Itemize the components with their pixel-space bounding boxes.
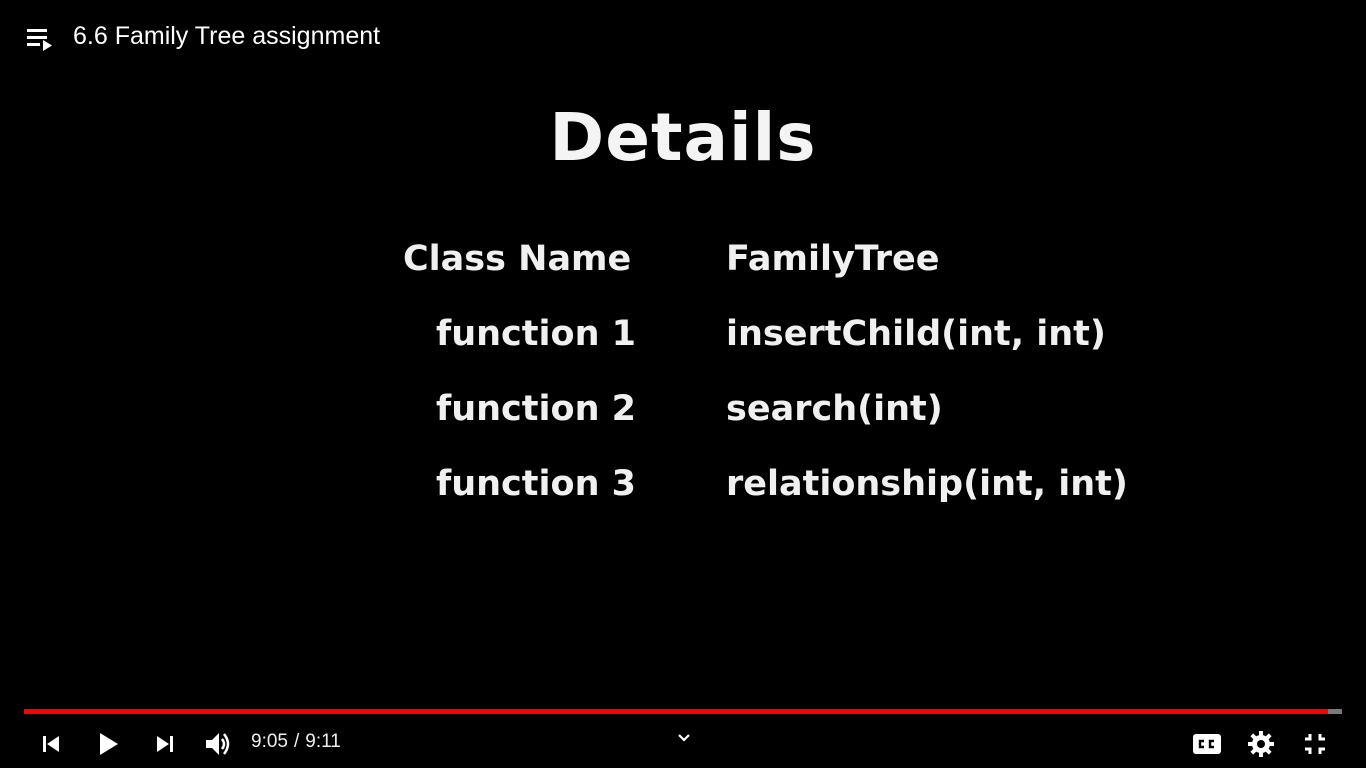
skip-previous-icon[interactable] [33, 726, 69, 762]
progress-played [24, 709, 1328, 714]
detail-row-function-3: function 3 relationship(int, int) [398, 455, 1158, 530]
detail-label: function 2 [436, 389, 637, 429]
chevron-down-icon[interactable] [672, 726, 696, 750]
exit-fullscreen-icon[interactable] [1297, 726, 1333, 762]
detail-value: search(int) [726, 389, 943, 429]
detail-label: Class Name [403, 239, 632, 279]
gear-icon[interactable] [1243, 726, 1279, 762]
detail-value: relationship(int, int) [726, 464, 1128, 504]
video-top-bar: 6.6 Family Tree assignment [0, 0, 1366, 72]
detail-row-function-1: function 1 insertChild(int, int) [398, 305, 1158, 380]
slide-heading: Details [549, 99, 817, 176]
video-title[interactable]: 6.6 Family Tree assignment [73, 20, 380, 52]
duration: 9:11 [305, 731, 341, 752]
time-separator: / [293, 731, 300, 752]
detail-label: function 3 [436, 464, 637, 504]
playlist-icon[interactable] [26, 26, 56, 52]
details-table: Class Name FamilyTree function 1 insertC… [398, 230, 1158, 530]
detail-label: function 1 [436, 314, 637, 354]
volume-icon[interactable] [199, 726, 235, 762]
detail-value: FamilyTree [726, 239, 940, 279]
detail-value: insertChild(int, int) [726, 314, 1106, 354]
closed-captions-icon[interactable] [1189, 726, 1225, 762]
current-time: 9:05 [251, 731, 288, 752]
time-display: 9:05/9:11 [251, 730, 341, 754]
player-controls: 9:05/9:11 [0, 718, 1366, 768]
skip-next-icon[interactable] [147, 726, 183, 762]
detail-row-class-name: Class Name FamilyTree [398, 230, 1158, 305]
progress-bar[interactable] [24, 709, 1342, 714]
play-icon[interactable] [90, 726, 126, 762]
detail-row-function-2: function 2 search(int) [398, 380, 1158, 455]
